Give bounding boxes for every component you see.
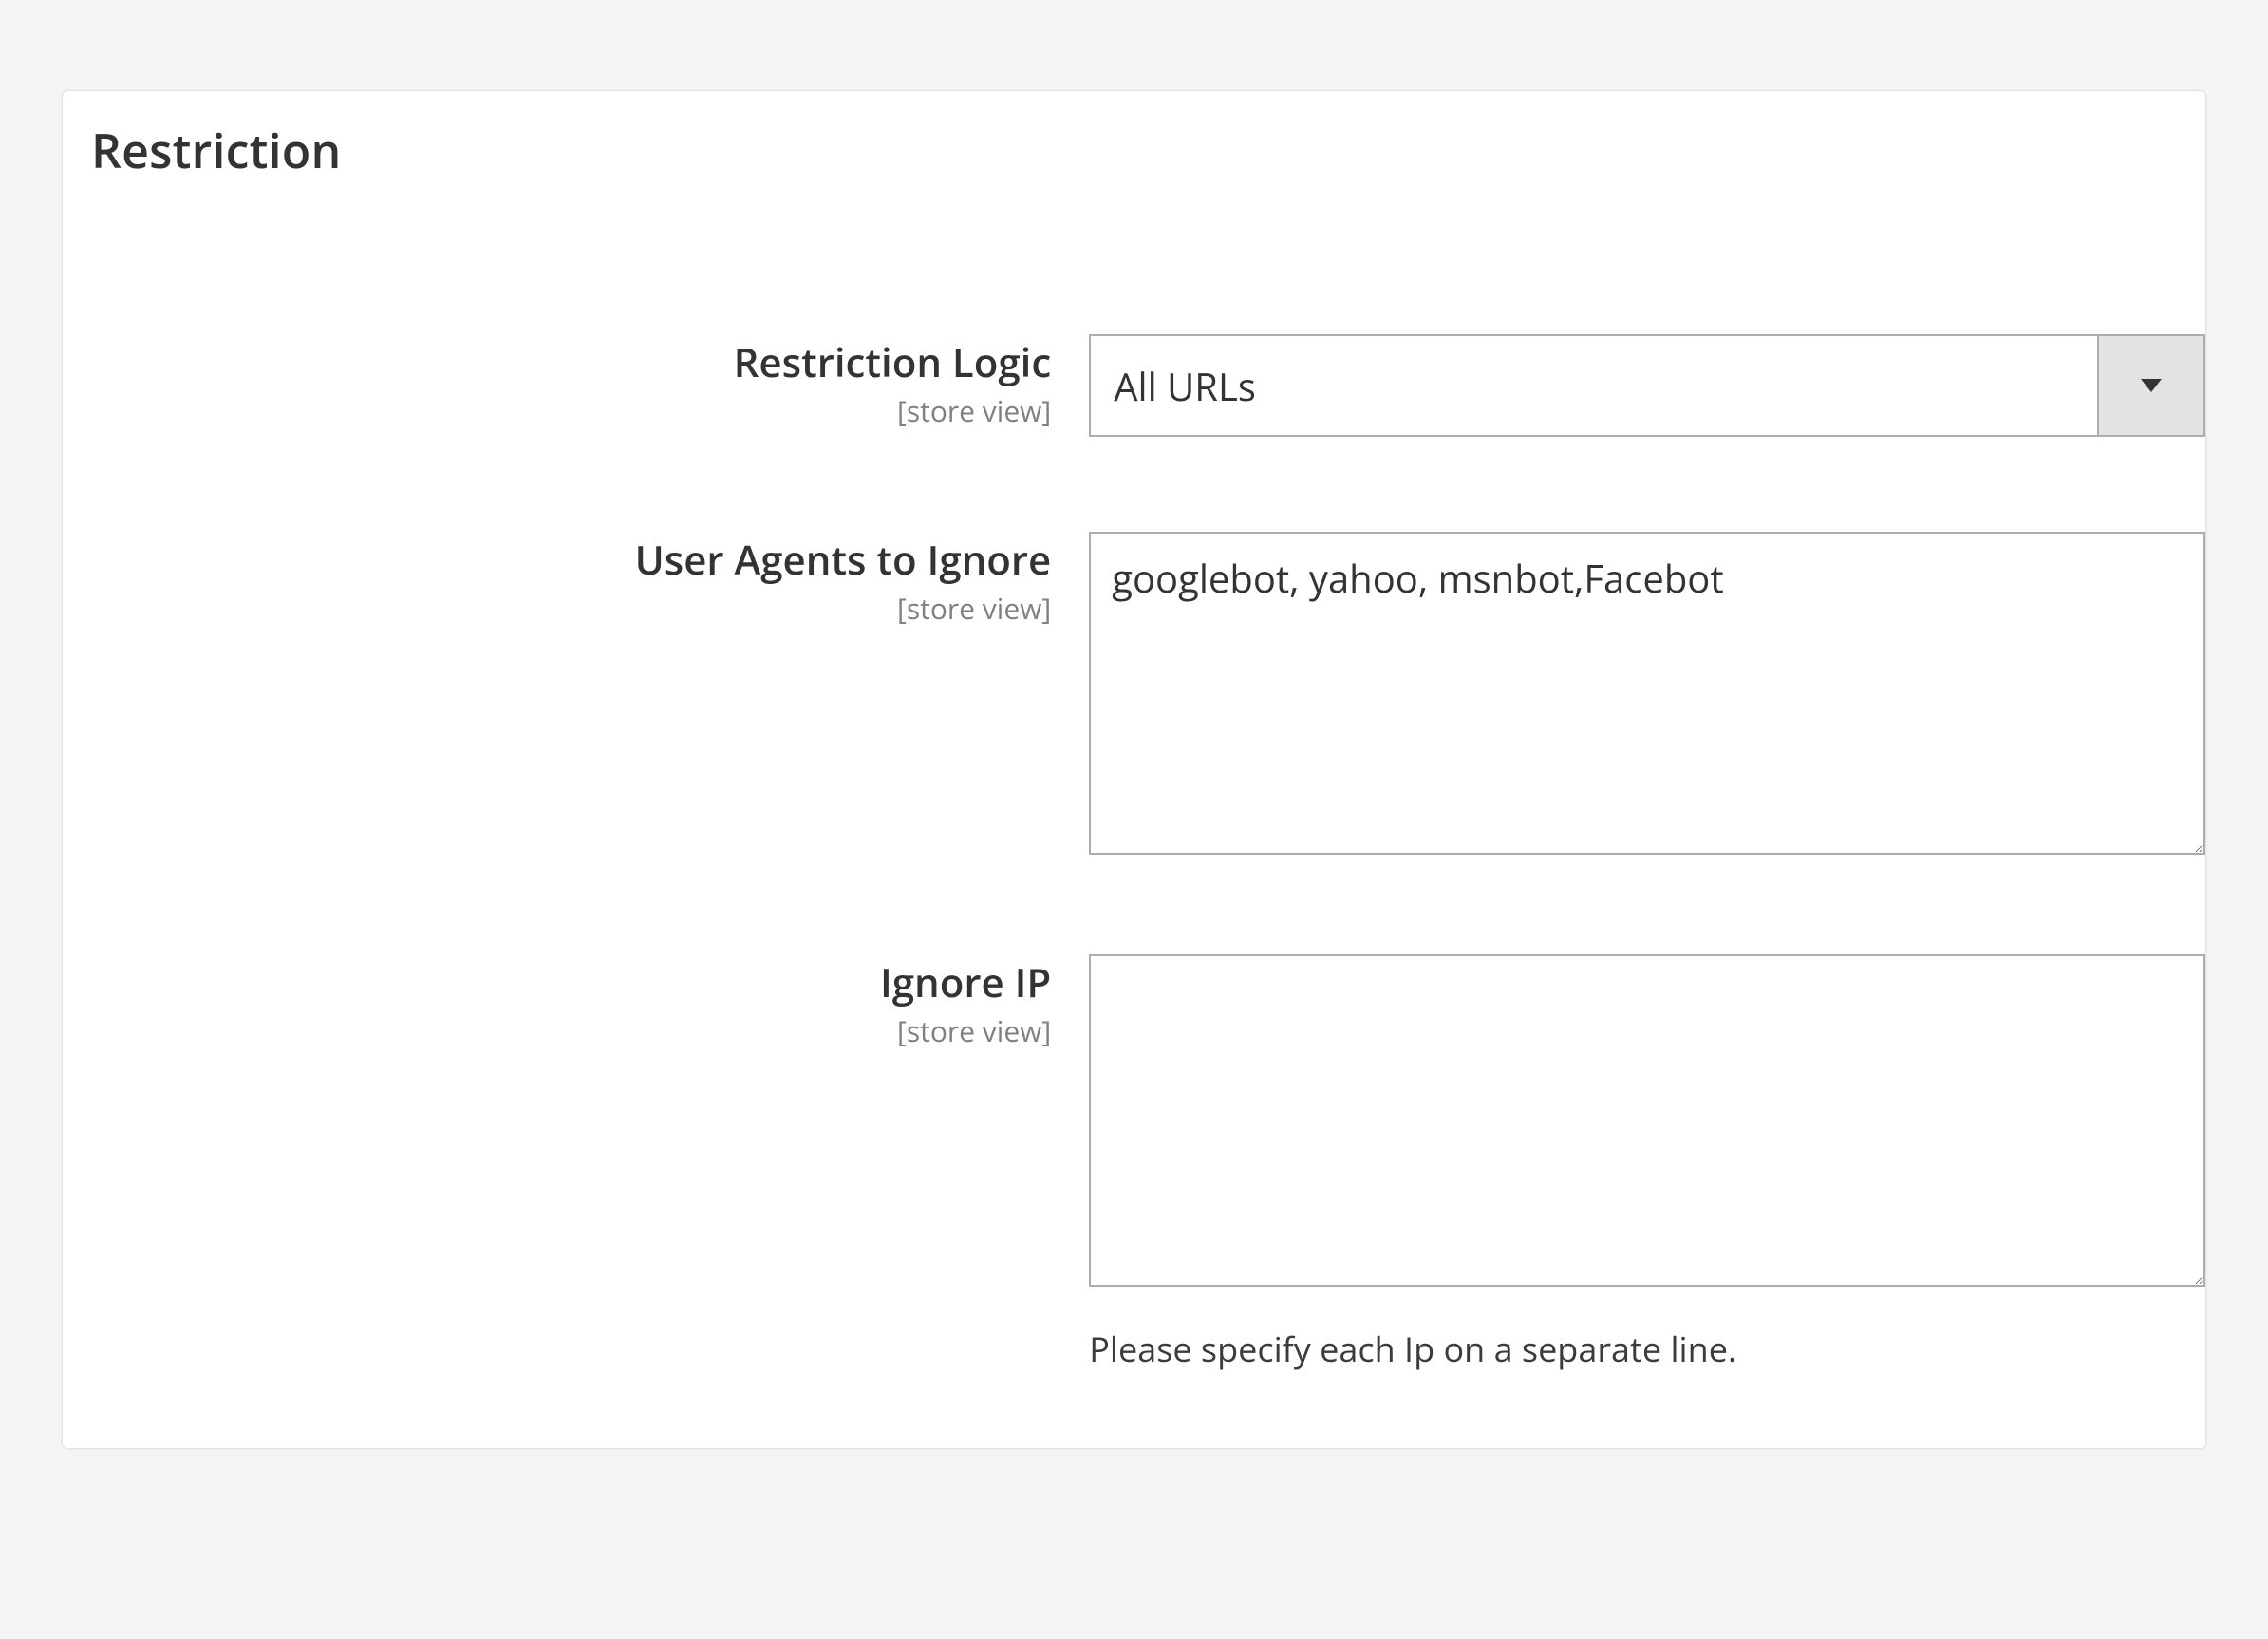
label-col: Ignore IP [store view] <box>63 954 1089 1049</box>
caret-down-icon <box>2141 379 2162 392</box>
control-col <box>1089 532 2205 859</box>
panel-title: Restriction <box>63 91 2205 192</box>
control-col: Please specify each Ip on a separate lin… <box>1089 954 2205 1372</box>
ignore-ip-helper: Please specify each Ip on a separate lin… <box>1089 1328 2205 1372</box>
restriction-logic-select-value: All URLs <box>1091 336 2097 435</box>
row-restriction-logic: Restriction Logic [store view] All URLs <box>63 334 2205 437</box>
restriction-logic-dropdown-button[interactable] <box>2097 336 2203 435</box>
label-col: Restriction Logic [store view] <box>63 334 1089 429</box>
restriction-form: Restriction Logic [store view] All URLs <box>63 192 2205 1372</box>
row-user-agents-ignore: User Agents to Ignore [store view] <box>63 532 2205 859</box>
label-col: User Agents to Ignore [store view] <box>63 532 1089 627</box>
user-agents-ignore-scope: [store view] <box>63 590 1051 627</box>
user-agents-ignore-label: User Agents to Ignore <box>63 536 1051 586</box>
user-agents-ignore-textarea[interactable] <box>1089 532 2205 855</box>
restriction-logic-select[interactable]: All URLs <box>1089 334 2205 437</box>
control-col: All URLs <box>1089 334 2205 437</box>
ignore-ip-label: Ignore IP <box>63 958 1051 1008</box>
ignore-ip-textarea[interactable] <box>1089 954 2205 1287</box>
restriction-logic-scope: [store view] <box>63 392 1051 429</box>
restriction-panel: Restriction Restriction Logic [store vie… <box>62 90 2206 1449</box>
row-ignore-ip: Ignore IP [store view] Please specify ea… <box>63 954 2205 1372</box>
ignore-ip-scope: [store view] <box>63 1012 1051 1049</box>
page-root: Restriction Restriction Logic [store vie… <box>0 0 2268 1639</box>
restriction-logic-label: Restriction Logic <box>63 338 1051 388</box>
